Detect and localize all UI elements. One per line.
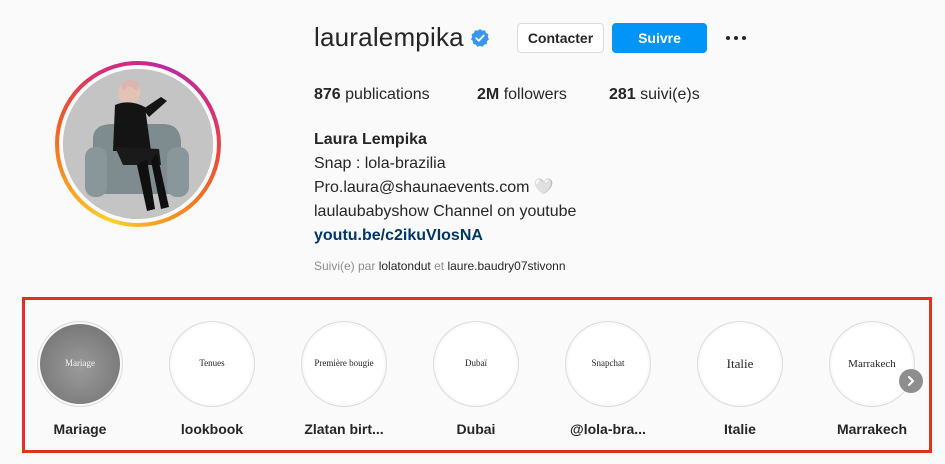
bio-line: Pro.laura@shaunaevents.com 🤍 bbox=[314, 179, 554, 196]
story-highlights-tray: Mariage Mariage Tenues lookbook Première… bbox=[22, 297, 932, 453]
followed-by[interactable]: Suivi(e) par lolatondut et laure.baudry0… bbox=[314, 259, 566, 273]
highlight-item[interactable]: Italie Italie bbox=[685, 321, 795, 437]
following-stat[interactable]: 281 suivi(e)s bbox=[609, 86, 700, 104]
highlight-cover-text: Tenues bbox=[172, 324, 252, 404]
highlight-cover-text: Mariage bbox=[40, 324, 120, 404]
posts-count: 876 bbox=[314, 86, 341, 103]
highlight-cover: Dubaï bbox=[433, 321, 519, 407]
highlight-label: Dubai bbox=[456, 421, 496, 437]
highlight-cover: Marrakech bbox=[829, 321, 915, 407]
posts-stat: 876 publications bbox=[314, 86, 430, 104]
highlight-item[interactable]: Tenues lookbook bbox=[157, 321, 267, 437]
highlight-cover: Tenues bbox=[169, 321, 255, 407]
highlight-cover-text: Marrakech bbox=[832, 324, 912, 404]
highlight-label: @lola-bra... bbox=[570, 421, 646, 437]
next-arrow-icon[interactable] bbox=[899, 369, 923, 393]
profile-bio: Laura Lempika Snap : lola-brazilia Pro.l… bbox=[314, 128, 674, 248]
highlight-cover: Italie bbox=[697, 321, 783, 407]
profile-full-name: Laura Lempika bbox=[314, 131, 427, 148]
highlight-cover-text: Dubaï bbox=[436, 324, 516, 404]
highlight-cover: Mariage bbox=[37, 321, 123, 407]
following-label: suivi(e)s bbox=[640, 86, 700, 103]
highlight-label: Zlatan birt... bbox=[304, 421, 384, 437]
avatar bbox=[63, 69, 213, 219]
highlight-label: Marrakech bbox=[836, 421, 908, 437]
bio-link[interactable]: youtu.be/c2ikuVIosNA bbox=[314, 224, 674, 248]
followers-count: 2M bbox=[477, 86, 500, 103]
more-options-icon[interactable] bbox=[722, 27, 750, 49]
avatar-photo bbox=[63, 69, 213, 219]
followers-stat[interactable]: 2M followers bbox=[477, 86, 567, 104]
dot bbox=[742, 36, 746, 40]
profile-avatar-story-ring[interactable] bbox=[55, 61, 221, 227]
highlight-label: Italie bbox=[724, 421, 756, 437]
highlight-label: lookbook bbox=[180, 421, 244, 437]
followers-label: followers bbox=[503, 86, 567, 103]
contact-button[interactable]: Contacter bbox=[517, 23, 604, 53]
highlight-cover-text: Italie bbox=[700, 324, 780, 404]
follow-button[interactable]: Suivre bbox=[612, 23, 707, 53]
highlight-item[interactable]: Snapchat @lola-bra... bbox=[553, 321, 663, 437]
bio-line: laulaubabyshow Channel on youtube bbox=[314, 203, 577, 220]
bio-line: Snap : lola-brazilia bbox=[314, 155, 446, 172]
dot bbox=[726, 36, 730, 40]
followed-by-prefix: Suivi(e) par bbox=[314, 259, 376, 273]
highlight-cover: Snapchat bbox=[565, 321, 651, 407]
highlight-cover-text: Snapchat bbox=[568, 324, 648, 404]
dot bbox=[734, 36, 738, 40]
profile-username: lauralempika bbox=[314, 22, 464, 52]
highlight-item[interactable]: Mariage Mariage bbox=[25, 321, 135, 437]
verified-badge-icon bbox=[471, 29, 489, 47]
highlight-item[interactable]: Dubaï Dubai bbox=[421, 321, 531, 437]
chevron-right-icon bbox=[908, 376, 914, 386]
followed-by-account: laure.baudry07stivonn bbox=[447, 259, 566, 273]
following-count: 281 bbox=[609, 86, 636, 103]
followed-by-account: lolatondut bbox=[378, 259, 431, 273]
highlight-label: Mariage bbox=[53, 421, 107, 437]
followed-by-joiner: et bbox=[434, 259, 445, 273]
highlight-cover-text: Première bougie bbox=[304, 324, 384, 404]
highlight-cover: Première bougie bbox=[301, 321, 387, 407]
highlight-item[interactable]: Première bougie Zlatan birt... bbox=[289, 321, 399, 437]
posts-label: publications bbox=[345, 86, 430, 103]
